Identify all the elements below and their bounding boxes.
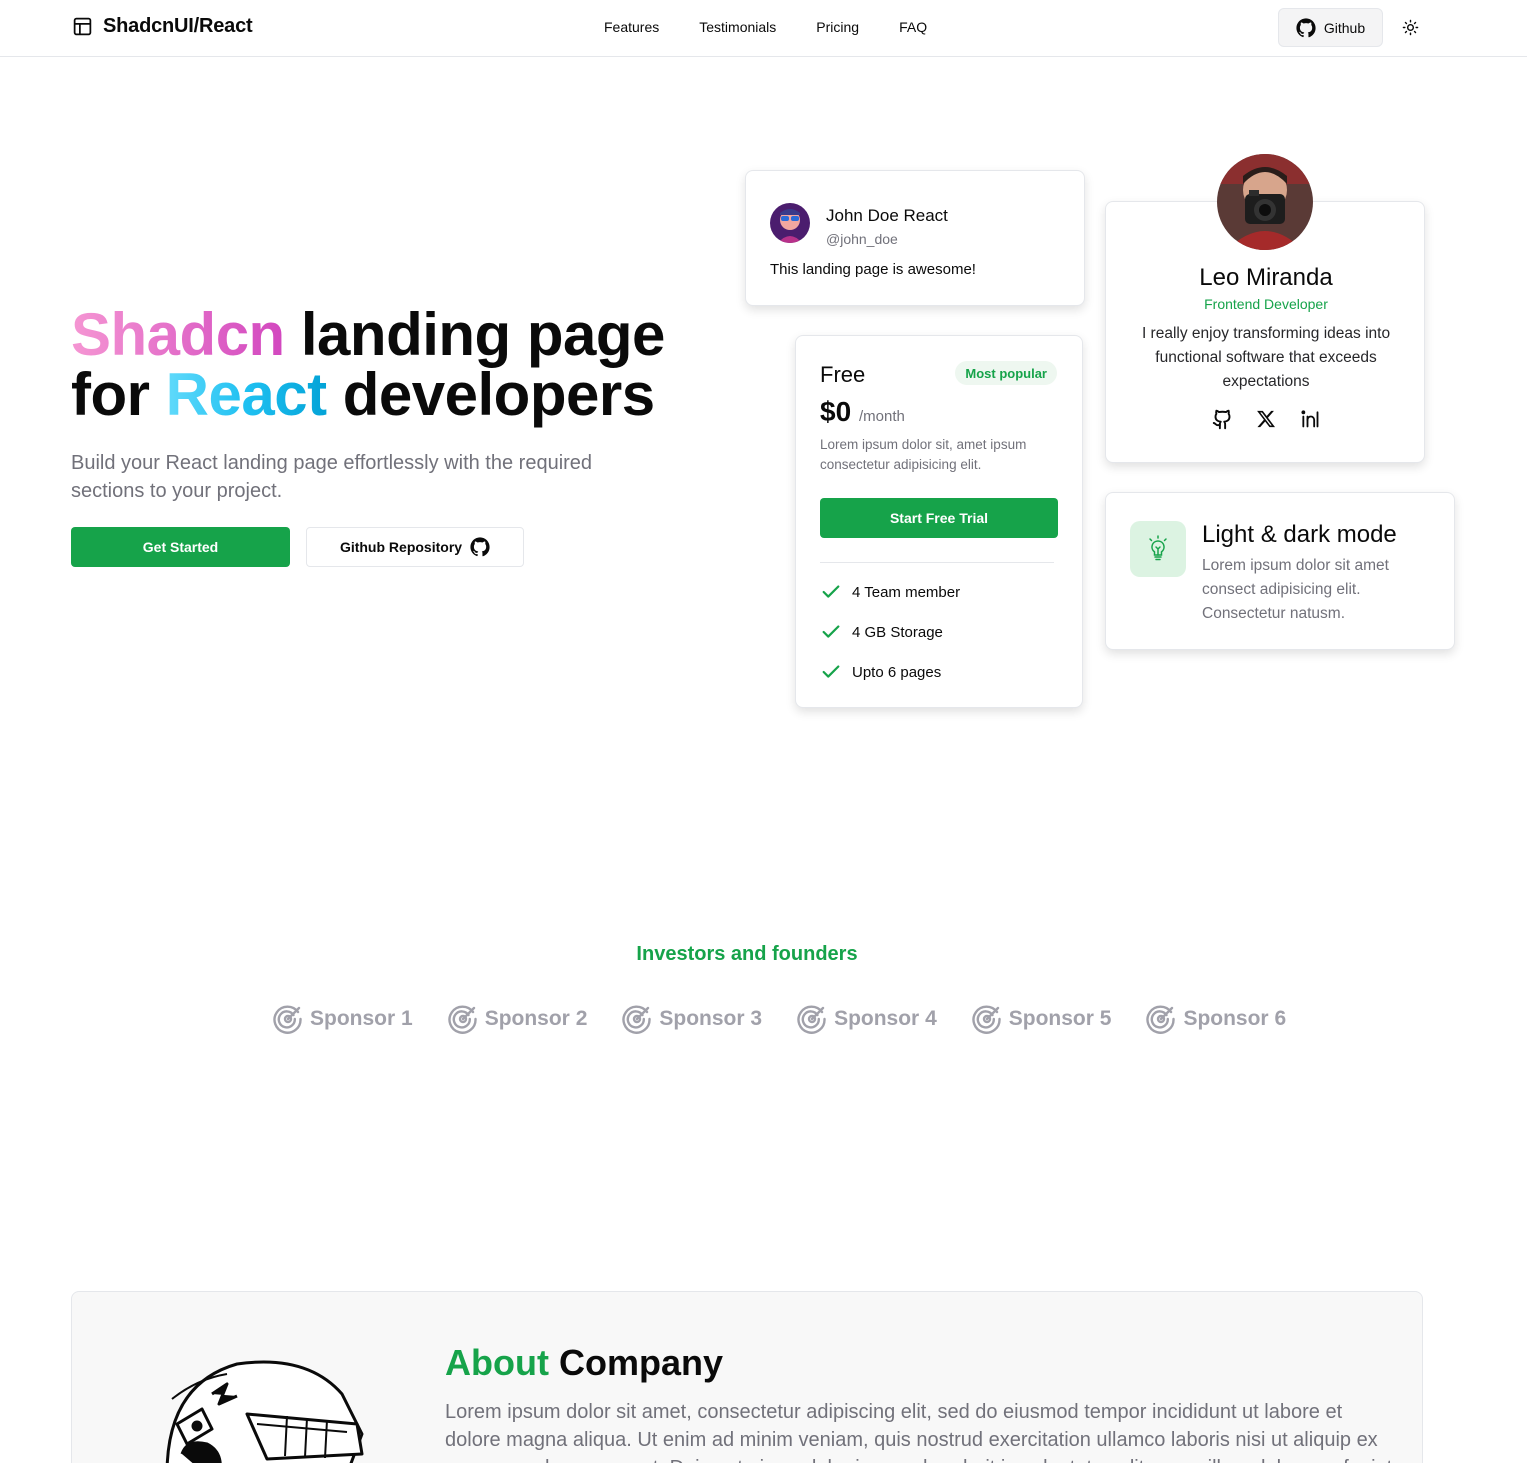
plan-price: $0: [820, 396, 852, 427]
sponsor-item: Sponsor 5: [971, 1003, 1112, 1035]
linkedin-icon[interactable]: [1299, 408, 1321, 430]
hero-title-text-3: developers: [326, 361, 655, 428]
sponsor-item: Sponsor 2: [447, 1003, 588, 1035]
feature-description: Lorem ipsum dolor sit amet consect adipi…: [1202, 557, 1389, 622]
theme-toggle-button[interactable]: [1398, 15, 1423, 40]
github-button-label: Github: [1323, 19, 1366, 36]
hero-subtitle: Build your React landing page effortless…: [71, 452, 593, 502]
sponsor-item: Sponsor 3: [621, 1003, 762, 1035]
plan-feature-label: 4 Team member: [852, 583, 961, 601]
about-title-accent: About: [445, 1342, 549, 1383]
check-icon: [822, 585, 840, 598]
radar-icon: [448, 1005, 477, 1034]
testimonial-quote: This landing page is awesome!: [770, 261, 976, 278]
pricing-card: Free Most popular $0 /month Lorem ipsum …: [795, 335, 1083, 708]
radar-icon: [972, 1005, 1001, 1034]
github-button[interactable]: Github: [1278, 8, 1383, 47]
plan-description: Lorem ipsum dolor sit, amet ipsum consec…: [820, 437, 1027, 472]
team-member-role: Frontend Developer: [1204, 296, 1328, 312]
lightbulb-icon: [1130, 521, 1186, 577]
plan-name: Free: [820, 362, 866, 387]
plan-feature-label: 4 GB Storage: [852, 623, 943, 641]
brand-logo[interactable]: ShadcnUI/React: [72, 15, 253, 38]
sponsor-item: Sponsor 4: [796, 1003, 937, 1035]
get-started-button[interactable]: Get Started: [71, 527, 290, 567]
feature-card: Light & dark mode Lorem ipsum dolor sit …: [1105, 492, 1455, 650]
sponsor-item: Sponsor 1: [272, 1003, 413, 1035]
most-popular-badge: Most popular: [955, 361, 1057, 385]
sponsor-label: Sponsor 6: [1183, 1007, 1287, 1030]
radar-icon: [622, 1005, 652, 1034]
testimonial-name: John Doe React: [826, 206, 948, 225]
plan-feature-item: Upto 6 pages: [820, 661, 941, 683]
radar-icon: [273, 1005, 302, 1034]
astronaut-helmet-illustration: [165, 1360, 364, 1463]
layout-icon: [73, 17, 92, 36]
plan-period: /month: [859, 408, 905, 425]
sponsor-label: Sponsor 2: [484, 1007, 588, 1030]
plan-feature-item: 4 Team member: [820, 581, 960, 603]
nav-link-pricing[interactable]: Pricing: [816, 19, 859, 35]
sponsor-label: Sponsor 1: [310, 1007, 413, 1030]
hero-title-text-1: landing page: [284, 301, 666, 368]
about-title-rest: Company: [548, 1342, 723, 1383]
about-text: Lorem ipsum dolor sit amet, consectetur …: [445, 1401, 1392, 1463]
hero-title-highlight-react: React: [165, 361, 327, 428]
sponsors-title: Investors and founders: [636, 943, 858, 965]
team-member-socials: [1106, 408, 1426, 430]
start-free-trial-button[interactable]: Start Free Trial: [820, 498, 1058, 538]
github-icon: [1296, 17, 1316, 37]
team-member-avatar: [1217, 154, 1313, 250]
nav-link-features[interactable]: Features: [604, 19, 659, 35]
github-repository-label: Github Repository: [339, 539, 463, 555]
sponsor-label: Sponsor 4: [834, 1007, 937, 1030]
about-title: About Company: [445, 1342, 723, 1384]
feature-title: Light & dark mode: [1202, 521, 1397, 548]
navbar: ShadcnUI/React Features Testimonials Pri…: [0, 0, 1527, 57]
testimonial-card: John Doe React @john_doe This landing pa…: [745, 170, 1085, 306]
plan-feature-item: 4 GB Storage: [820, 621, 943, 643]
about-section: About Company Lorem ipsum dolor sit amet…: [71, 1291, 1423, 1463]
team-member-name: Leo Miranda: [1199, 264, 1333, 291]
brand-name: ShadcnUI/React: [103, 15, 253, 37]
testimonial-handle: @john_doe: [826, 231, 898, 247]
check-icon: [822, 665, 840, 678]
sun-icon: [1402, 19, 1419, 36]
github-icon[interactable]: [1211, 408, 1233, 430]
nav-links: Features Testimonials Pricing FAQ: [604, 19, 927, 35]
sponsor-item: Sponsor 6: [1145, 1003, 1286, 1035]
sponsor-label: Sponsor 3: [659, 1007, 763, 1030]
github-icon: [470, 537, 490, 557]
team-member-bio: I really enjoy transforming ideas into f…: [1141, 325, 1391, 390]
sponsors-list: Sponsor 1 Sponsor 2 Sponsor 3 Sponsor 4 …: [272, 1003, 1286, 1035]
sponsor-label: Sponsor 5: [1008, 1007, 1112, 1030]
nav-link-faq[interactable]: FAQ: [899, 19, 927, 35]
check-icon: [822, 625, 840, 638]
github-repository-button[interactable]: Github Repository: [306, 527, 524, 567]
x-icon[interactable]: [1255, 408, 1277, 430]
hero-title-text-2: for: [71, 361, 166, 428]
hero-title: Shadcn landing page for React developers: [71, 305, 711, 425]
plan-feature-label: Upto 6 pages: [852, 663, 942, 681]
radar-icon: [797, 1005, 826, 1034]
nav-link-testimonials[interactable]: Testimonials: [699, 19, 776, 35]
hero-title-highlight-shadcn: Shadcn: [71, 301, 285, 368]
avatar: [770, 203, 810, 243]
radar-icon: [1146, 1005, 1176, 1034]
divider: [820, 562, 1054, 563]
